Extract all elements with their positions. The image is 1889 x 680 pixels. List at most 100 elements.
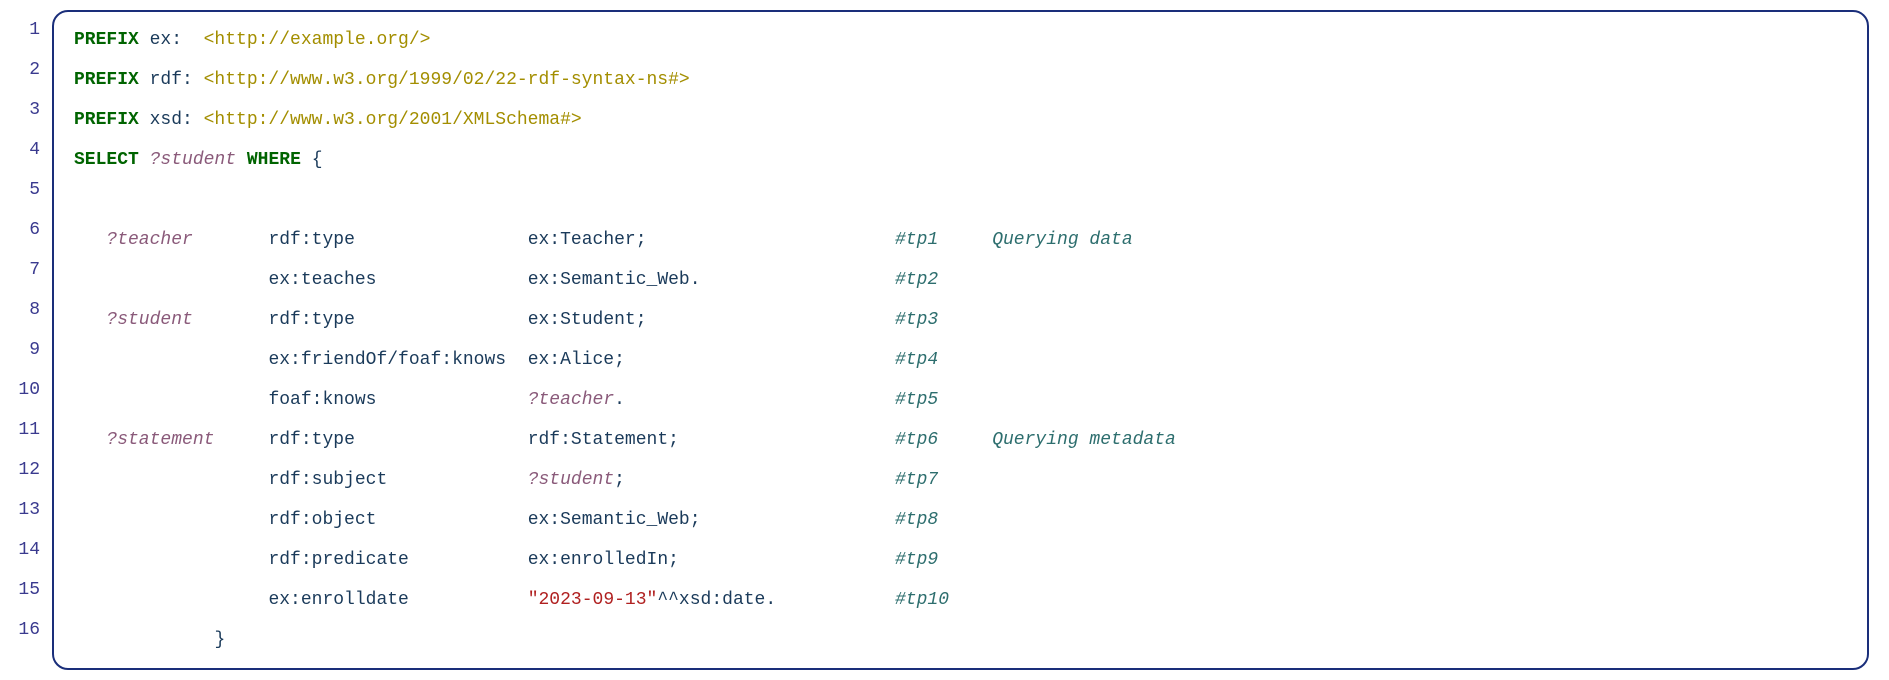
token-plain [701,270,895,290]
token-plain [376,390,527,410]
token-plain [355,310,528,330]
token-plain [74,470,268,490]
token-plain [193,230,269,250]
token-comment: #tp1 Querying data [895,230,1133,250]
token-plain [679,430,895,450]
token-var: ?student [106,310,192,330]
token-comment: #tp4 [895,350,938,370]
token-pred: rdf:predicate [268,550,408,570]
line-number: 11 [0,410,40,450]
token-plain [679,550,895,570]
token-str: "2023-09-13" [528,590,658,610]
token-obj: ex:Student; [528,310,647,330]
token-plain [193,310,269,330]
token-obj: ex:Semantic_Web; [528,510,701,530]
code-line: ex:teaches ex:Semantic_Web. #tp2 [74,260,1847,300]
token-plain: rdf: [139,70,204,90]
code-line: rdf:object ex:Semantic_Web; #tp8 [74,500,1847,540]
token-plain [355,430,528,450]
token-plain [355,230,528,250]
token-plain [625,470,895,490]
token-plain [387,470,527,490]
token-obj: ^^xsd:date. [657,590,776,610]
code-line: ex:enrolldate "2023-09-13"^^xsd:date. #t… [74,580,1847,620]
token-plain: ex: [139,30,204,50]
line-number: 8 [0,290,40,330]
code-line: ?student rdf:type ex:Student; #tp3 [74,300,1847,340]
token-plain [74,590,268,610]
code-listing: 12345678910111213141516 PREFIX ex: <http… [0,0,1889,680]
token-plain [139,150,150,170]
code-line: ?statement rdf:type rdf:Statement; #tp6 … [74,420,1847,460]
code-line: foaf:knows ?teacher. #tp5 [74,380,1847,420]
line-number: 4 [0,130,40,170]
token-pred: rdf:type [268,230,354,250]
token-comment: #tp6 Querying metadata [895,430,1176,450]
code-box: PREFIX ex: <http://example.org/>PREFIX r… [52,10,1869,670]
token-uri: <http://www.w3.org/1999/02/22-rdf-syntax… [204,70,690,90]
token-pred: rdf:type [268,430,354,450]
token-uri: <http://example.org/> [204,30,431,50]
token-pred: ex:friendOf/foaf:knows [268,350,506,370]
line-number: 1 [0,10,40,50]
token-obj: ex:Semantic_Web. [528,270,701,290]
code-line: ex:friendOf/foaf:knows ex:Alice; #tp4 [74,340,1847,380]
code-line: rdf:subject ?student; #tp7 [74,460,1847,500]
token-obj: ; [614,470,625,490]
token-plain [376,270,527,290]
token-obj: ex:enrolledIn; [528,550,679,570]
token-plain [409,550,528,570]
line-number: 2 [0,50,40,90]
line-number: 12 [0,450,40,490]
token-plain [74,630,214,650]
token-var: ?statement [106,430,214,450]
code-line: ?teacher rdf:type ex:Teacher; #tp1 Query… [74,220,1847,260]
line-number: 9 [0,330,40,370]
token-comment: #tp5 [895,390,938,410]
token-var: ?teacher [106,230,192,250]
token-plain [214,430,268,450]
token-plain [74,270,268,290]
token-kw: PREFIX [74,30,139,50]
code-line: SELECT ?student WHERE { [74,140,1847,180]
token-plain [647,310,895,330]
token-brace: } [214,630,225,650]
token-obj: ex:Teacher; [528,230,647,250]
code-line: PREFIX rdf: <http://www.w3.org/1999/02/2… [74,60,1847,100]
token-plain [74,350,268,370]
token-kw: PREFIX [74,70,139,90]
token-plain [236,150,247,170]
token-obj: rdf:Statement; [528,430,679,450]
line-number: 7 [0,250,40,290]
token-brace: { [312,150,323,170]
line-number: 15 [0,570,40,610]
token-comment: #tp3 [895,310,938,330]
token-pred: rdf:object [268,510,376,530]
token-pred: ex:teaches [268,270,376,290]
token-plain [409,590,528,610]
code-line: } [74,620,1847,660]
token-var: ?student [528,470,614,490]
line-number: 6 [0,210,40,250]
code-line: PREFIX ex: <http://example.org/> [74,20,1847,60]
token-plain [376,510,527,530]
token-var: ?student [150,150,236,170]
token-comment: #tp2 [895,270,938,290]
token-comment: #tp7 [895,470,938,490]
token-comment: #tp8 [895,510,938,530]
token-comment: #tp10 [895,590,949,610]
token-pred: rdf:subject [268,470,387,490]
token-plain [647,230,895,250]
token-plain [506,350,528,370]
code-line [74,180,1847,220]
code-line: PREFIX xsd: <http://www.w3.org/2001/XMLS… [74,100,1847,140]
token-plain [74,510,268,530]
line-number: 14 [0,530,40,570]
token-kw: PREFIX [74,110,139,130]
token-obj: . [614,390,625,410]
token-plain [74,390,268,410]
line-number: 13 [0,490,40,530]
token-comment: #tp9 [895,550,938,570]
token-kw: WHERE [247,150,301,170]
token-pred: foaf:knows [268,390,376,410]
